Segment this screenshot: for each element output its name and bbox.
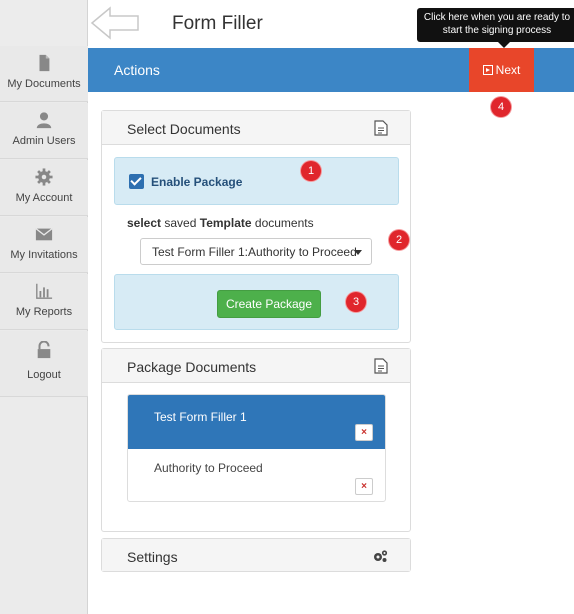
user-icon — [36, 112, 52, 129]
sidebar-item-admin-users[interactable]: Admin Users — [0, 103, 88, 159]
panel-title: Settings — [127, 549, 178, 565]
settings-panel[interactable]: Settings — [101, 538, 411, 572]
tooltip-line-2: start the signing process — [442, 25, 552, 36]
tooltip-arrow — [498, 42, 510, 48]
select-suffix: documents — [254, 216, 314, 230]
sidebar-item-my-documents[interactable]: My Documents — [0, 46, 88, 102]
sidebar: My Documents Admin Users My Account My I… — [0, 0, 88, 614]
enable-package-box: Enable Package — [114, 157, 399, 205]
package-document-list: Test Form Filler 1 × Authority to Procee… — [127, 394, 386, 502]
actions-label: Actions — [114, 62, 160, 78]
annotation-badge-4: 4 — [491, 97, 511, 117]
enable-package-label[interactable]: Enable Package — [151, 175, 242, 189]
list-item[interactable]: Test Form Filler 1 × — [128, 395, 385, 449]
template-select-value: Test Form Filler 1:Authority to Proceed — [152, 245, 357, 259]
sidebar-item-label: Logout — [27, 369, 61, 381]
bar-chart-icon — [36, 283, 53, 299]
envelope-icon — [35, 228, 53, 241]
create-package-button[interactable]: Create Package — [217, 290, 321, 318]
annotation-badge-1: 1 — [301, 161, 321, 181]
sidebar-item-label: My Documents — [7, 78, 81, 90]
enable-package-checkbox[interactable] — [129, 174, 144, 189]
file-text-icon — [374, 358, 388, 374]
sidebar-top — [0, 0, 87, 46]
annotation-badge-2: 2 — [389, 230, 409, 250]
next-tooltip: Click here when you are ready to start t… — [417, 8, 574, 42]
sidebar-item-my-account[interactable]: My Account — [0, 160, 88, 216]
package-documents-panel: Package Documents Test Form Filler 1 × A… — [101, 348, 411, 532]
delete-document-button[interactable]: × — [355, 424, 373, 441]
sidebar-item-label: My Reports — [15, 306, 73, 318]
sidebar-item-logout[interactable]: Logout — [0, 331, 88, 397]
page-title: Form Filler — [172, 13, 263, 34]
select-template-label: select saved Template documents — [127, 216, 314, 230]
sidebar-item-label: Admin Users — [12, 135, 76, 147]
select-prefix: select — [127, 216, 162, 230]
list-item[interactable]: Authority to Proceed × — [128, 449, 385, 501]
panel-header: Settings — [102, 539, 410, 571]
next-button-label: Next — [495, 63, 521, 77]
select-bold: Template — [199, 216, 252, 230]
gears-icon — [374, 550, 388, 562]
unlock-icon — [37, 341, 51, 359]
document-name: Authority to Proceed — [154, 461, 263, 475]
select-mid: saved — [164, 216, 197, 230]
annotation-badge-3: 3 — [346, 292, 366, 312]
panel-header: Package Documents — [102, 349, 410, 383]
panel-header: Select Documents — [102, 111, 410, 145]
caret-down-icon — [354, 250, 362, 255]
sidebar-item-label: My Account — [15, 192, 73, 204]
delete-document-button[interactable]: × — [355, 478, 373, 495]
sidebar-item-label: My Invitations — [10, 249, 78, 261]
document-icon — [39, 54, 50, 72]
next-button[interactable]: Next — [469, 48, 534, 92]
tooltip-line-1: Click here when you are ready to — [423, 12, 571, 23]
select-documents-panel: Select Documents Enable Package select s… — [101, 110, 411, 343]
sidebar-item-my-reports[interactable]: My Reports — [0, 274, 88, 330]
play-square-icon — [482, 65, 493, 75]
back-arrow-icon[interactable] — [90, 6, 140, 40]
file-text-icon — [374, 120, 388, 136]
document-name: Test Form Filler 1 — [154, 410, 247, 424]
app-root: My Documents Admin Users My Account My I… — [0, 0, 574, 614]
gear-icon — [35, 168, 53, 186]
sidebar-item-my-invitations[interactable]: My Invitations — [0, 217, 88, 273]
panel-title: Package Documents — [127, 359, 257, 375]
template-select[interactable]: Test Form Filler 1:Authority to Proceed — [140, 238, 372, 265]
panel-title: Select Documents — [127, 121, 241, 137]
